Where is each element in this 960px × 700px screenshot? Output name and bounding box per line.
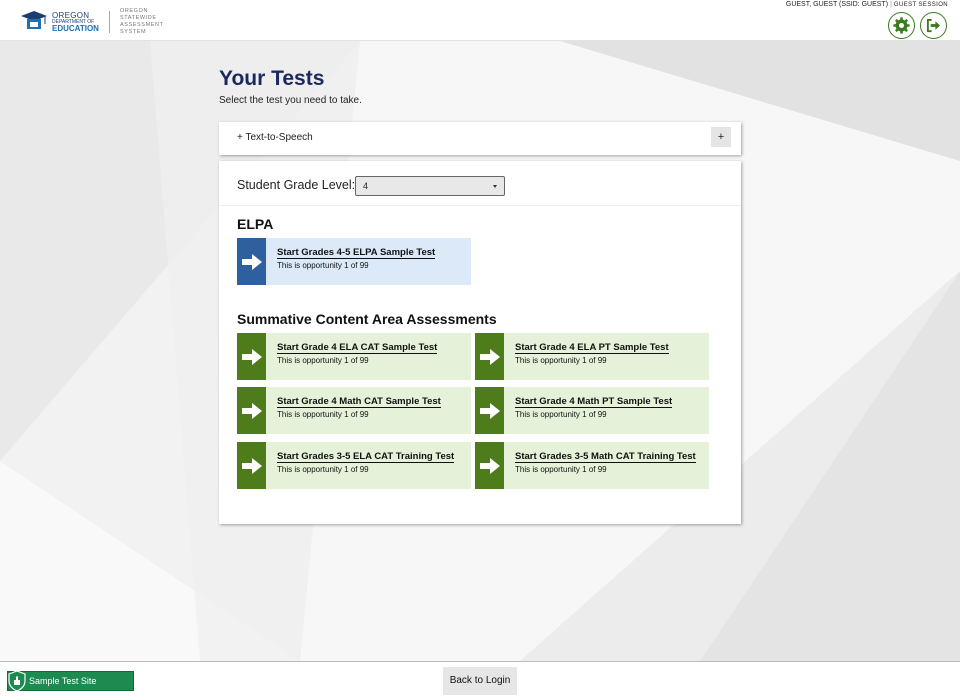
test-name[interactable]: Start Grade 4 Math PT Sample Test bbox=[515, 396, 673, 408]
user-session-info: GUEST, GUEST (SSID: GUEST) | GUEST SESSION bbox=[785, 1, 948, 8]
graduation-cap-logo-icon bbox=[21, 11, 47, 29]
page-title: Your Tests bbox=[219, 67, 325, 90]
grade-level-value: 4 bbox=[363, 181, 369, 191]
grade-level-row: Student Grade Level: 4 bbox=[219, 161, 741, 206]
arrow-right-icon bbox=[241, 253, 262, 270]
sample-test-site-badge: Sample Test Site bbox=[7, 670, 134, 692]
test-name[interactable]: Start Grade 4 ELA PT Sample Test bbox=[515, 342, 669, 354]
test-name[interactable]: Start Grades 4-5 ELPA Sample Test bbox=[277, 247, 436, 259]
test-name[interactable]: Start Grades 3-5 Math CAT Training Test bbox=[515, 451, 696, 463]
shield-icon bbox=[8, 670, 26, 692]
test-opportunity: This is opportunity 1 of 99 bbox=[277, 261, 369, 270]
test-card-math-cat-training-grades-3-5[interactable]: Start Grades 3-5 Math CAT Training Test … bbox=[475, 442, 709, 489]
arrow-right-icon bbox=[479, 402, 500, 419]
gear-icon bbox=[893, 17, 910, 34]
start-arrow-button[interactable] bbox=[475, 442, 504, 489]
logout-icon bbox=[926, 18, 941, 33]
test-name[interactable]: Start Grade 4 ELA CAT Sample Test bbox=[277, 342, 438, 354]
oregon-education-logo: OREGON DEPARTMENT OF EDUCATION OREGON ST… bbox=[20, 8, 184, 36]
start-arrow-button[interactable] bbox=[475, 387, 504, 434]
test-opportunity: This is opportunity 1 of 99 bbox=[515, 465, 607, 474]
test-card-elpa-grades-4-5[interactable]: Start Grades 4-5 ELPA Sample Test This i… bbox=[237, 238, 471, 285]
back-to-login-button[interactable]: Back to Login bbox=[443, 667, 517, 695]
logout-button[interactable] bbox=[920, 12, 947, 39]
test-name[interactable]: Start Grade 4 Math CAT Sample Test bbox=[277, 396, 441, 408]
logo-system-line1: OREGON STATEWIDE bbox=[119, 8, 157, 21]
tests-panel: Student Grade Level: 4 ELPA Start Grades… bbox=[219, 161, 741, 524]
settings-button[interactable] bbox=[888, 12, 915, 39]
test-name[interactable]: Start Grades 3-5 ELA CAT Training Test bbox=[277, 451, 455, 463]
arrow-right-icon bbox=[479, 348, 500, 365]
text-to-speech-label[interactable]: + Text-to-Speech bbox=[237, 132, 313, 143]
test-opportunity: This is opportunity 1 of 99 bbox=[515, 356, 607, 365]
logo-line-education: EDUCATION bbox=[52, 23, 99, 33]
test-opportunity: This is opportunity 1 of 99 bbox=[277, 356, 369, 365]
summative-section-title: Summative Content Area Assessments bbox=[237, 311, 497, 327]
grade-level-label: Student Grade Level: bbox=[237, 178, 356, 192]
test-card-math-pt-grade-4[interactable]: Start Grade 4 Math PT Sample Test This i… bbox=[475, 387, 709, 434]
test-opportunity: This is opportunity 1 of 99 bbox=[277, 410, 369, 419]
test-opportunity: This is opportunity 1 of 99 bbox=[515, 410, 607, 419]
test-card-ela-cat-training-grades-3-5[interactable]: Start Grades 3-5 ELA CAT Training Test T… bbox=[237, 442, 471, 489]
test-card-math-cat-grade-4[interactable]: Start Grade 4 Math CAT Sample Test This … bbox=[237, 387, 471, 434]
chevron-down-icon bbox=[493, 185, 497, 188]
main-content: Your Tests Select the test you need to t… bbox=[219, 67, 741, 524]
arrow-right-icon bbox=[241, 402, 262, 419]
logo-system-line2: ASSESSMENT SYSTEM bbox=[119, 22, 164, 35]
session-type: GUEST SESSION bbox=[893, 2, 948, 8]
test-card-ela-pt-grade-4[interactable]: Start Grade 4 ELA PT Sample Test This is… bbox=[475, 333, 709, 380]
arrow-right-icon bbox=[479, 457, 500, 474]
sample-test-site-label: Sample Test Site bbox=[29, 676, 97, 686]
start-arrow-button[interactable] bbox=[237, 333, 266, 380]
text-to-speech-expand-button[interactable]: + bbox=[711, 127, 731, 147]
grade-level-select[interactable]: 4 bbox=[355, 176, 505, 196]
text-to-speech-panel[interactable]: + Text-to-Speech + bbox=[219, 122, 741, 155]
arrow-right-icon bbox=[241, 348, 262, 365]
user-name: GUEST, GUEST (SSID: GUEST) bbox=[785, 1, 889, 8]
start-arrow-button[interactable] bbox=[237, 442, 266, 489]
start-arrow-button[interactable] bbox=[475, 333, 504, 380]
start-arrow-button[interactable] bbox=[237, 387, 266, 434]
page-subtitle: Select the test you need to take. bbox=[219, 95, 362, 106]
test-opportunity: This is opportunity 1 of 99 bbox=[277, 465, 369, 474]
start-arrow-button[interactable] bbox=[237, 238, 266, 285]
app-header: OREGON DEPARTMENT OF EDUCATION OREGON ST… bbox=[0, 0, 960, 41]
test-card-ela-cat-grade-4[interactable]: Start Grade 4 ELA CAT Sample Test This i… bbox=[237, 333, 471, 380]
app-footer: Sample Test Site Back to Login bbox=[0, 661, 960, 700]
arrow-right-icon bbox=[241, 457, 262, 474]
elpa-section-title: ELPA bbox=[237, 216, 274, 232]
logo-divider bbox=[108, 11, 110, 33]
